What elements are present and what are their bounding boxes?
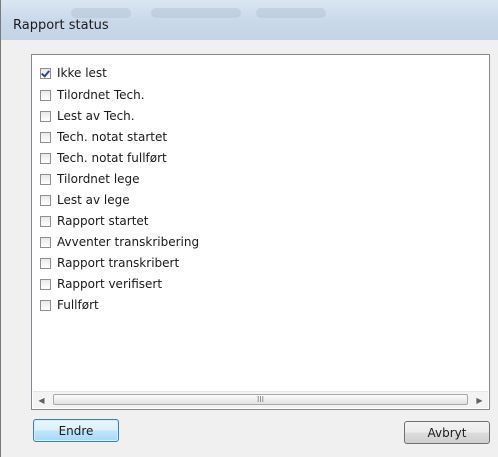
- change-button[interactable]: Endre: [33, 419, 119, 442]
- dialog-window: Rapport status Ikke lest Tilordnet Tech. L…: [0, 0, 498, 457]
- checklist-item-label: Tech. notat startet: [57, 130, 168, 144]
- checkbox[interactable]: [40, 278, 51, 290]
- checkbox[interactable]: [40, 194, 51, 206]
- blurred-background: [71, 8, 131, 18]
- horizontal-scrollbar[interactable]: ◀ III ▶: [33, 391, 488, 408]
- checklist-item-label: Rapport verifisert: [57, 277, 163, 291]
- checklist-item-label: Rapport startet: [57, 214, 149, 228]
- checklist-item-label: Avventer transkribering: [57, 235, 200, 249]
- status-checklist[interactable]: Ikke lest Tilordnet Tech. Lest av Tech. Tec…: [31, 54, 490, 410]
- dialog-title: Rapport status: [13, 18, 109, 33]
- checklist-item[interactable]: Rapport transkribert: [40, 253, 179, 273]
- scrollbar-grip: III: [256, 395, 265, 404]
- checklist-item-label: Lest av Tech.: [57, 109, 135, 123]
- scrollbar-thumb[interactable]: III: [53, 394, 468, 405]
- checklist-item[interactable]: Lest av Tech.: [40, 106, 135, 126]
- checklist-item-label: Fullført: [57, 298, 99, 312]
- checkbox[interactable]: [40, 257, 51, 269]
- scroll-left-arrow-icon[interactable]: ◀: [33, 392, 50, 408]
- checkbox[interactable]: [40, 236, 51, 248]
- checklist-item[interactable]: Rapport startet: [40, 211, 149, 231]
- checklist-item-label: Tilordnet Tech.: [57, 88, 145, 102]
- scroll-right-arrow-icon[interactable]: ▶: [471, 392, 488, 408]
- checkbox[interactable]: [40, 110, 51, 122]
- checklist-item-label: Tech. notat fullført: [57, 151, 167, 165]
- checkbox[interactable]: [40, 173, 51, 185]
- checkbox[interactable]: [40, 89, 51, 101]
- blurred-background: [151, 8, 241, 18]
- checklist-item[interactable]: Avventer transkribering: [40, 232, 199, 252]
- dialog-content: Ikke lest Tilordnet Tech. Lest av Tech. Tec…: [1, 40, 498, 457]
- checklist-item[interactable]: Tilordnet lege: [40, 169, 140, 189]
- checklist-item[interactable]: Fullført: [40, 295, 99, 315]
- checklist-item-label: Lest av lege: [57, 193, 130, 207]
- checklist-item[interactable]: Lest av lege: [40, 190, 130, 210]
- checklist-item-label: Tilordnet lege: [57, 172, 140, 186]
- checklist-item-label: Rapport transkribert: [57, 256, 180, 270]
- checkbox[interactable]: [40, 152, 51, 164]
- checkbox[interactable]: [40, 215, 51, 227]
- checkbox[interactable]: [40, 299, 51, 311]
- blurred-background: [256, 8, 326, 18]
- checklist-item-label: Ikke lest: [57, 66, 107, 80]
- checkbox-checked[interactable]: [40, 67, 51, 79]
- checklist-item[interactable]: Tilordnet Tech.: [40, 85, 145, 105]
- cancel-button[interactable]: Avbryt: [404, 421, 490, 444]
- title-bar[interactable]: Rapport status: [1, 0, 498, 40]
- checklist-item[interactable]: Ikke lest: [40, 63, 107, 83]
- checklist-item[interactable]: Tech. notat startet: [40, 127, 167, 147]
- checkbox[interactable]: [40, 131, 51, 143]
- checklist-item[interactable]: Tech. notat fullført: [40, 148, 167, 168]
- checklist-item[interactable]: Rapport verifisert: [40, 274, 162, 294]
